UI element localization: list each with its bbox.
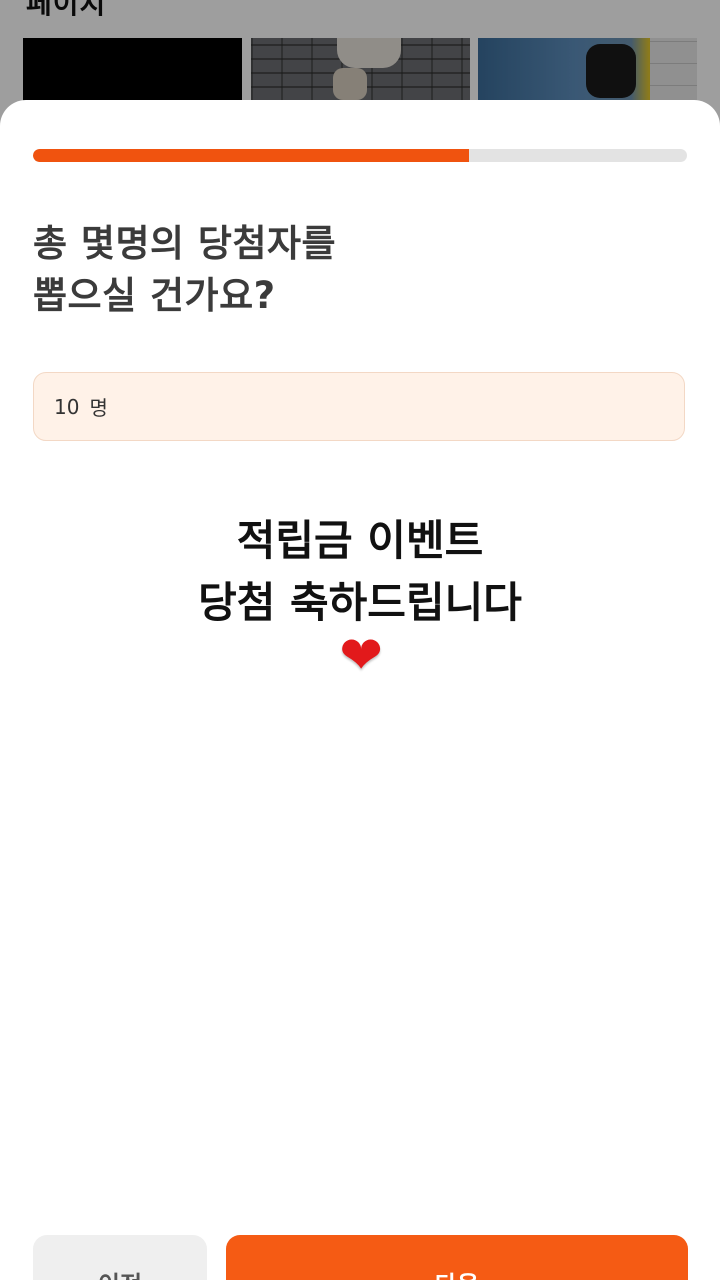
question-line-2: 뽑으실 건가요? xyxy=(33,274,276,317)
caption-line-2: 당첨 축하드립니다 ❤ xyxy=(0,572,720,686)
previous-button[interactable]: 이전 xyxy=(33,1235,207,1280)
progress-bar-fill xyxy=(33,149,470,162)
winner-count-value: 10 xyxy=(54,394,80,419)
congratulations-caption: 적립금 이벤트 당첨 축하드립니다 ❤ xyxy=(0,510,720,686)
winner-count-input[interactable]: 10 명 xyxy=(33,372,685,441)
heart-icon: ❤ xyxy=(339,626,383,686)
question-title: 총 몇명의 당첨자를 뽑으실 건가요? xyxy=(33,218,673,322)
caption-line-2-text: 당첨 축하드립니다 xyxy=(198,578,522,627)
bottom-sheet: 총 몇명의 당첨자를 뽑으실 건가요? 10 명 적립금 이벤트 당첨 축하드립… xyxy=(0,100,720,1280)
next-button[interactable]: 다음 xyxy=(226,1235,688,1280)
winner-count-unit: 명 xyxy=(89,396,108,420)
progress-bar xyxy=(33,149,687,162)
caption-line-1: 적립금 이벤트 xyxy=(236,516,484,565)
question-line-1: 총 몇명의 당첨자를 xyxy=(33,222,337,265)
